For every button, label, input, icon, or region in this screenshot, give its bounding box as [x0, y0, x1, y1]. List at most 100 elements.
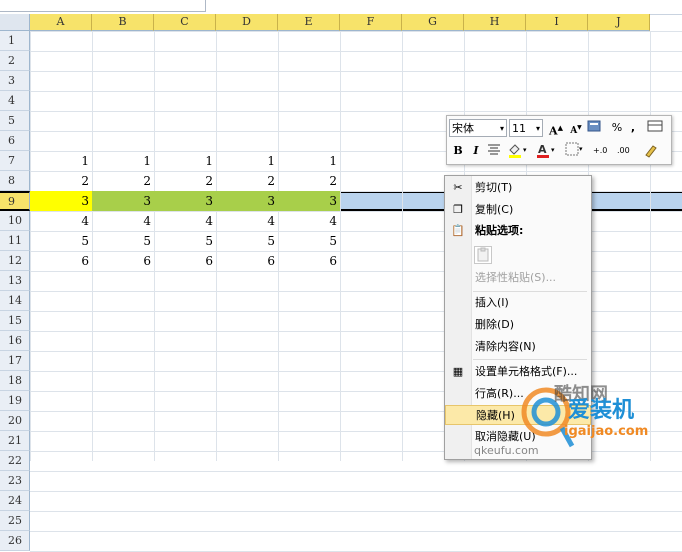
- cell-d9[interactable]: 3: [216, 191, 278, 211]
- row-header-12[interactable]: 12: [0, 251, 30, 271]
- comma-button[interactable]: ,: [627, 119, 639, 137]
- menu-item-cut[interactable]: ✂ 剪切(T): [445, 178, 591, 198]
- shrink-font-button[interactable]: A▼: [567, 119, 585, 137]
- fill-color-button[interactable]: ▾: [507, 142, 531, 160]
- cell-b12[interactable]: 6: [92, 251, 154, 271]
- row-header-24[interactable]: 24: [0, 491, 30, 511]
- cell-a7[interactable]: 1: [30, 151, 92, 171]
- column-header-g[interactable]: G: [402, 14, 464, 31]
- menu-item-delete[interactable]: 删除(D): [445, 315, 591, 335]
- svg-text:A: A: [538, 143, 547, 156]
- cell-a8[interactable]: 2: [30, 171, 92, 191]
- row-header-11[interactable]: 11: [0, 231, 30, 251]
- row-header-14[interactable]: 14: [0, 291, 30, 311]
- row-header-23[interactable]: 23: [0, 471, 30, 491]
- column-header-i[interactable]: I: [526, 14, 588, 31]
- cell-d8[interactable]: 2: [216, 171, 278, 191]
- column-header-j[interactable]: J: [588, 14, 650, 31]
- row-header-21[interactable]: 21: [0, 431, 30, 451]
- decrease-decimal-icon: .00: [617, 146, 630, 155]
- row-header-18[interactable]: 18: [0, 371, 30, 391]
- center-align-button[interactable]: [487, 142, 503, 160]
- menu-item-label: 清除内容(N): [475, 340, 536, 353]
- cell-c11[interactable]: 5: [154, 231, 216, 251]
- row-header-17[interactable]: 17: [0, 351, 30, 371]
- cell-d7[interactable]: 1: [216, 151, 278, 171]
- cell-a9[interactable]: 3: [30, 191, 92, 211]
- row-header-7[interactable]: 7: [0, 151, 30, 171]
- cell-e8[interactable]: 2: [278, 171, 340, 191]
- row-header-25[interactable]: 25: [0, 511, 30, 531]
- font-size-dropdown[interactable]: 11 ▾: [509, 119, 543, 137]
- cell-d11[interactable]: 5: [216, 231, 278, 251]
- font-name-dropdown[interactable]: 宋体 ▾: [449, 119, 507, 137]
- menu-item-clear-contents[interactable]: 清除内容(N): [445, 337, 591, 357]
- row-header-8[interactable]: 8: [0, 171, 30, 191]
- cell-e7[interactable]: 1: [278, 151, 340, 171]
- menu-item-paste-options: 📋 粘贴选项:: [445, 221, 591, 241]
- italic-button[interactable]: I: [467, 142, 485, 160]
- cell-c12[interactable]: 6: [154, 251, 216, 271]
- column-header-d[interactable]: D: [216, 14, 278, 31]
- row-header-9[interactable]: 9: [0, 191, 30, 211]
- decrease-decimal-button[interactable]: .00: [617, 142, 639, 160]
- menu-item-copy[interactable]: ❐ 复制(C): [445, 200, 591, 220]
- grow-font-button[interactable]: A▲: [547, 119, 565, 138]
- cell-b10[interactable]: 4: [92, 211, 154, 231]
- row-header-20[interactable]: 20: [0, 411, 30, 431]
- borders-button[interactable]: ▾: [565, 142, 587, 160]
- row-header-13[interactable]: 13: [0, 271, 30, 291]
- row-header-1[interactable]: 1: [0, 31, 30, 51]
- cell-e11[interactable]: 5: [278, 231, 340, 251]
- font-color-button[interactable]: A ▾: [535, 142, 559, 160]
- cell-a12[interactable]: 6: [30, 251, 92, 271]
- row-header-15[interactable]: 15: [0, 311, 30, 331]
- row-header-6[interactable]: 6: [0, 131, 30, 151]
- row-header-22[interactable]: 22: [0, 451, 30, 471]
- cell-a10[interactable]: 4: [30, 211, 92, 231]
- cell-e12[interactable]: 6: [278, 251, 340, 271]
- name-box[interactable]: [0, 0, 206, 12]
- row-header-10[interactable]: 10: [0, 211, 30, 231]
- column-header-b[interactable]: B: [92, 14, 154, 31]
- cell-e9[interactable]: 3: [278, 191, 340, 211]
- grid-vline: [402, 31, 403, 461]
- bold-button[interactable]: B: [449, 142, 467, 160]
- increase-decimal-button[interactable]: +.0: [593, 142, 615, 160]
- row-header-16[interactable]: 16: [0, 331, 30, 351]
- cell-c8[interactable]: 2: [154, 171, 216, 191]
- cell-a11[interactable]: 5: [30, 231, 92, 251]
- cell-b8[interactable]: 2: [92, 171, 154, 191]
- row-header-3[interactable]: 3: [0, 71, 30, 91]
- row-header-5[interactable]: 5: [0, 111, 30, 131]
- cell-c9[interactable]: 3: [154, 191, 216, 211]
- row-header-19[interactable]: 19: [0, 391, 30, 411]
- row-header-26[interactable]: 26: [0, 531, 30, 551]
- cell-d12[interactable]: 6: [216, 251, 278, 271]
- column-header-f[interactable]: F: [340, 14, 402, 31]
- percent-button[interactable]: %: [609, 119, 625, 137]
- grid-hline: [30, 531, 682, 532]
- menu-item-paste-special[interactable]: 选择性粘贴(S)...: [445, 268, 591, 288]
- column-header-e[interactable]: E: [278, 14, 340, 31]
- cell-c10[interactable]: 4: [154, 211, 216, 231]
- cell-d10[interactable]: 4: [216, 211, 278, 231]
- column-header-c[interactable]: C: [154, 14, 216, 31]
- menu-item-insert[interactable]: 插入(I): [445, 293, 591, 313]
- accounting-format-button[interactable]: [587, 119, 605, 137]
- row-header-4[interactable]: 4: [0, 91, 30, 111]
- cell-c7[interactable]: 1: [154, 151, 216, 171]
- format-painter-button[interactable]: [643, 142, 661, 160]
- column-header-a[interactable]: A: [30, 14, 92, 31]
- select-all-corner[interactable]: [0, 14, 30, 31]
- font-name-value: 宋体: [452, 122, 474, 135]
- paste-option-button[interactable]: [474, 246, 492, 264]
- column-header-h[interactable]: H: [464, 14, 526, 31]
- cell-b7[interactable]: 1: [92, 151, 154, 171]
- row-header-2[interactable]: 2: [0, 51, 30, 71]
- cell-e10[interactable]: 4: [278, 211, 340, 231]
- cell-b9[interactable]: 3: [92, 191, 154, 211]
- cell-b11[interactable]: 5: [92, 231, 154, 251]
- format-painter-box-button[interactable]: [647, 119, 667, 137]
- grid-hline: [30, 491, 682, 492]
